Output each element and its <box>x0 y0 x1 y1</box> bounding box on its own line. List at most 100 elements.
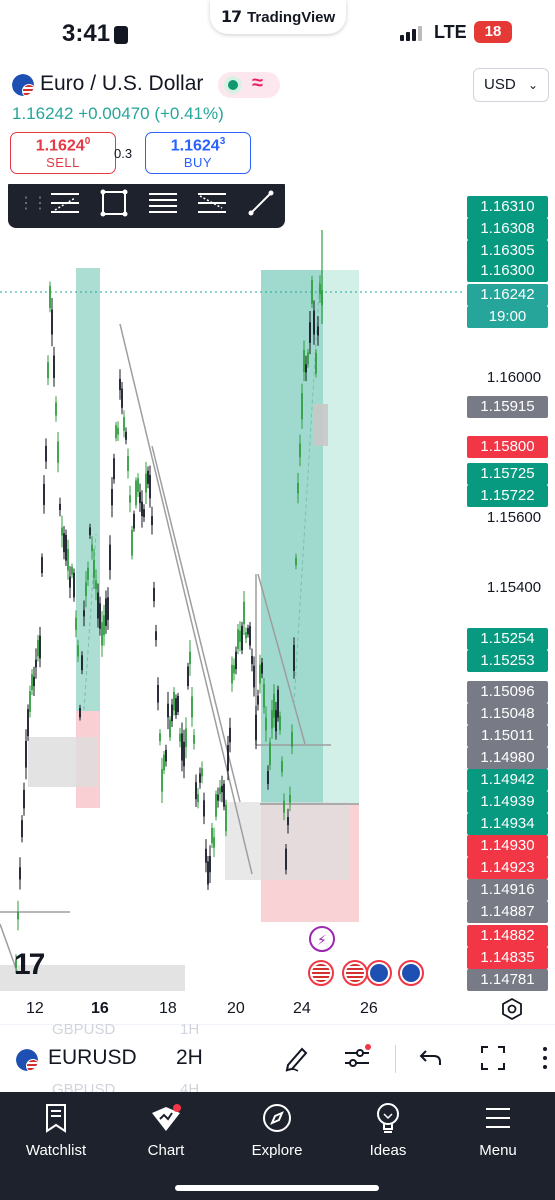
price-axis-label: 1.15915 <box>467 396 548 418</box>
price-axis-label: 1.16308 <box>467 218 548 240</box>
currency-value: USD <box>484 76 516 93</box>
wave-icon: ≈ <box>252 72 263 94</box>
chart-settings-icon[interactable] <box>500 997 524 1021</box>
candle-body <box>221 785 223 793</box>
chevron-down-icon: ⌄ <box>527 78 538 92</box>
date-axis[interactable]: 12 16 18 20 24 26 <box>0 994 555 1024</box>
price-axis-label: 1.14980 <box>467 747 548 769</box>
candle-body <box>217 794 219 801</box>
tradingview-pill[interactable]: 𝟭𝟳 TradingView <box>210 0 346 34</box>
candle-body <box>157 684 159 703</box>
tab-label: Ideas <box>369 1142 407 1159</box>
candle-body <box>109 544 111 571</box>
trendline[interactable] <box>119 323 253 875</box>
price-axis-label: 1.16300 <box>467 260 548 282</box>
interval-selector[interactable]: 2H <box>176 1046 203 1070</box>
status-bar: 3:41 𝟭𝟳 TradingView LTE 18 <box>0 0 555 64</box>
more-icon[interactable] <box>543 1047 547 1073</box>
us-event-flag-icon[interactable] <box>308 960 334 986</box>
symbol-header: Euro / U.S. Dollar ≈ USD ⌄ 1.16242 +0.004… <box>0 64 555 184</box>
candle-body <box>215 794 217 817</box>
candle-body <box>243 601 245 625</box>
price-axis-label: 1.14934 <box>467 813 548 835</box>
fib-retracement-tool-icon[interactable] <box>187 184 236 223</box>
candle-body <box>319 283 321 295</box>
tab-ideas[interactable]: Ideas <box>338 1100 438 1159</box>
candle-body <box>301 393 303 420</box>
candle-body <box>97 592 99 619</box>
price-change: +0.00470 <box>78 104 150 123</box>
price-axis-label: 1.14882 <box>467 925 548 947</box>
candle-body <box>85 582 87 596</box>
tab-label: Chart <box>147 1142 185 1159</box>
candle-body <box>111 489 113 506</box>
indicators-settings-icon[interactable] <box>342 1043 372 1073</box>
entry-zone[interactable] <box>313 404 328 446</box>
candle-body <box>131 529 133 556</box>
candle-body <box>213 837 215 848</box>
candle-body <box>79 707 81 718</box>
chart-icon <box>152 1104 181 1131</box>
eu-event-flag-icon[interactable] <box>398 960 424 986</box>
battery-icon: 18 <box>474 21 512 43</box>
eurusd-flag-icon <box>12 74 34 96</box>
sell-button[interactable]: 1.16240 SELL <box>10 132 116 174</box>
candle-body <box>269 742 271 766</box>
price-axis-label: 1.15725 <box>467 463 548 485</box>
trendline-tool-icon[interactable] <box>236 184 285 223</box>
market-status-badge[interactable]: ≈ <box>218 72 280 98</box>
price-axis-label: 1.15096 <box>467 681 548 703</box>
price-axis-label: 1.15400 <box>486 579 542 596</box>
candle-body <box>177 695 179 713</box>
candle-body <box>315 352 317 374</box>
eu-event-flag-icon[interactable] <box>366 960 392 986</box>
symbol-selector[interactable]: EURUSD <box>48 1046 137 1070</box>
candle-body <box>99 603 101 629</box>
price-axis-label: 1.15600 <box>486 509 542 526</box>
candle-body <box>59 503 61 511</box>
tab-watchlist[interactable]: Watchlist <box>6 1100 106 1159</box>
rectangle-tool-icon[interactable] <box>89 184 138 223</box>
candle-body <box>167 703 169 718</box>
long-position-extension-zone[interactable] <box>323 270 359 804</box>
chart-canvas[interactable]: ⚡ ⋮⋮ 1.166001.163101.163081.163051.16300… <box>0 184 555 994</box>
candle-body <box>223 783 225 807</box>
candle-body <box>129 495 131 503</box>
buy-price-pip: 3 <box>219 136 226 147</box>
pitchfork-tool-icon[interactable] <box>40 184 89 223</box>
candle-body <box>21 820 23 838</box>
candle-body <box>113 458 115 480</box>
long-position-profit-zone-2[interactable] <box>261 270 323 804</box>
price-axis-label: 1.15048 <box>467 703 548 725</box>
candle-body <box>225 804 227 832</box>
currency-select[interactable]: USD ⌄ <box>473 68 549 102</box>
tab-explore[interactable]: Explore <box>227 1100 327 1159</box>
drag-handle-icon[interactable]: ⋮⋮ <box>18 193 48 213</box>
buy-button[interactable]: 1.16243 BUY <box>145 132 251 174</box>
candle-body <box>143 509 145 518</box>
trendline-2[interactable] <box>151 445 241 803</box>
price-axis-label: 1.14939 <box>467 791 548 813</box>
candle-body <box>151 516 153 526</box>
candle-body <box>257 695 259 705</box>
eurusd-flag-icon <box>16 1049 38 1071</box>
tab-chart[interactable]: Chart <box>116 1100 216 1159</box>
tab-menu[interactable]: Menu <box>448 1100 548 1159</box>
candle-body <box>187 666 189 687</box>
pen-draw-icon[interactable] <box>282 1043 312 1073</box>
candle-body <box>191 696 193 718</box>
symbol-title[interactable]: Euro / U.S. Dollar <box>40 72 203 96</box>
candle-body <box>193 735 195 744</box>
candle-body <box>263 684 265 708</box>
candle-body <box>285 848 287 870</box>
candle-body <box>51 309 53 335</box>
fullscreen-icon[interactable] <box>478 1043 508 1073</box>
candle-body <box>155 631 157 641</box>
parallel-channel-tool-icon[interactable] <box>138 184 187 223</box>
undo-icon[interactable] <box>416 1043 446 1073</box>
demand-zone[interactable] <box>28 737 98 787</box>
candle-body <box>183 741 185 767</box>
hamburger-icon <box>486 1108 510 1128</box>
us-event-flag-icon[interactable] <box>342 960 368 986</box>
candle-body <box>211 827 213 844</box>
